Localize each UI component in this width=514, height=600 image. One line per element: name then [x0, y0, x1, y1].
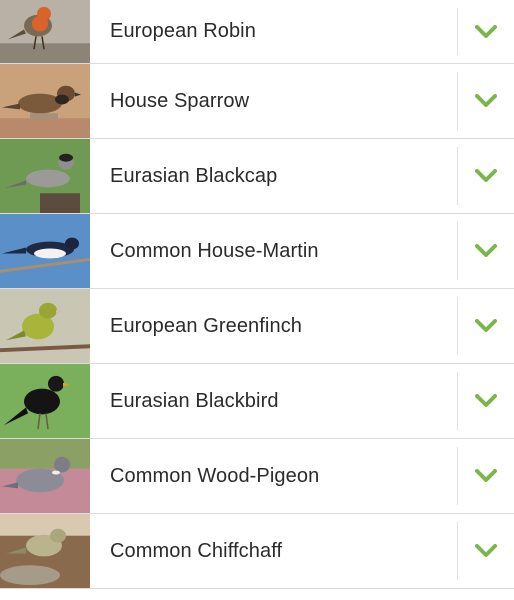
list-item[interactable]: Common House-Martin: [0, 214, 514, 289]
list-item[interactable]: Common Wood-Pigeon: [0, 439, 514, 514]
bird-photo-european-greenfinch: [0, 289, 90, 363]
chevron-down-icon: [475, 244, 497, 257]
bird-photo-common-house-martin: [0, 214, 90, 288]
list-item[interactable]: House Sparrow: [0, 64, 514, 139]
bird-photo-house-sparrow: [0, 64, 90, 138]
bird-name: Common Wood-Pigeon: [110, 464, 320, 487]
bird-photo-common-wood-pigeon: [0, 439, 90, 513]
chevron-down-icon: [475, 394, 497, 407]
chevron-down-icon: [475, 469, 497, 482]
bird-photo-european-robin: [0, 0, 90, 63]
bird-photo-common-chiffchaff: [0, 514, 90, 588]
bird-photo-eurasian-blackcap: [0, 139, 90, 213]
chevron-down-icon: [475, 24, 497, 38]
bird-name: Eurasian Blackbird: [110, 389, 279, 412]
expand-button[interactable]: [457, 447, 514, 505]
chevron-down-icon: [475, 169, 497, 182]
bird-name: Eurasian Blackcap: [110, 164, 278, 187]
chevron-down-icon: [475, 94, 497, 107]
bird-name: European Robin: [110, 20, 256, 42]
expand-button[interactable]: [457, 147, 514, 205]
bird-name: European Greenfinch: [110, 314, 303, 337]
bird-name: Common Chiffchaff: [110, 539, 283, 562]
expand-button[interactable]: [457, 297, 514, 355]
chevron-down-icon: [475, 319, 497, 332]
bird-name: House Sparrow: [110, 89, 250, 112]
list-item[interactable]: Common Chiffchaff: [0, 514, 514, 589]
list-item[interactable]: European Robin: [0, 0, 514, 64]
bird-name: Common House-Martin: [110, 239, 319, 262]
list-item[interactable]: Eurasian Blackcap: [0, 139, 514, 214]
expand-button[interactable]: [457, 372, 514, 430]
chevron-down-icon: [475, 544, 497, 557]
bird-list: European Robin House Sparrow Eurasian Bl…: [0, 0, 514, 589]
expand-button[interactable]: [457, 72, 514, 130]
list-item[interactable]: Eurasian Blackbird: [0, 364, 514, 439]
expand-button[interactable]: [457, 222, 514, 280]
expand-button[interactable]: [457, 522, 514, 580]
bird-photo-eurasian-blackbird: [0, 364, 90, 438]
list-item[interactable]: European Greenfinch: [0, 289, 514, 364]
expand-button[interactable]: [457, 8, 514, 55]
